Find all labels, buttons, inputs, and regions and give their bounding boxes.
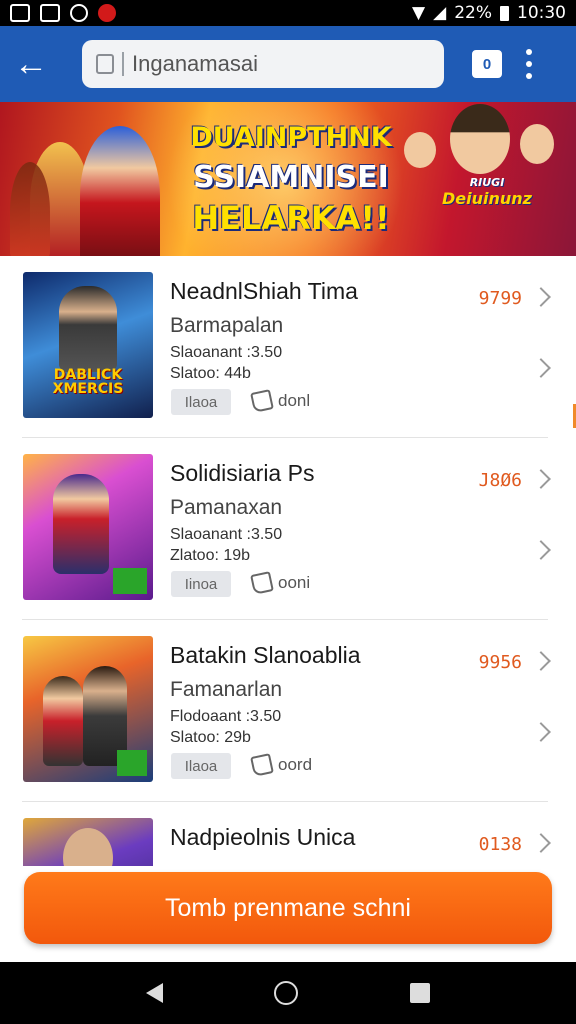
- battery-text: 22%: [454, 3, 492, 23]
- dot-icon: [526, 49, 532, 55]
- hero-figure-center: [80, 126, 160, 256]
- search-value: Inganamasai: [132, 51, 258, 76]
- chevron-right-icon[interactable]: [531, 651, 551, 671]
- item-tag[interactable]: Iinoa: [171, 571, 231, 597]
- hero-figure-right: [450, 104, 510, 174]
- signal-icon: ◢: [433, 3, 447, 23]
- item-subtitle: Pamanaxan: [170, 496, 283, 519]
- arrow-left-icon: ←: [14, 44, 48, 83]
- item-title: Nadpieolnis Unica: [170, 824, 356, 850]
- wifi-icon: ▼: [412, 3, 426, 23]
- more-options-button[interactable]: [524, 49, 534, 79]
- thumbnail-logo: [113, 568, 147, 594]
- search-input[interactable]: Inganamasai: [82, 40, 444, 88]
- item-meta: Zlatoo: 19b: [170, 547, 251, 564]
- back-button[interactable]: ←: [0, 26, 62, 102]
- thumbs-up-icon: [250, 753, 274, 777]
- chevron-right-icon[interactable]: [531, 833, 551, 853]
- chevron-right-icon[interactable]: [531, 358, 551, 378]
- item-subtitle: Famanarlan: [170, 678, 283, 701]
- banner-title-line1: DUAINPTHNK: [190, 122, 392, 153]
- like-label: donl: [278, 391, 311, 410]
- like-button[interactable]: oord: [250, 753, 313, 777]
- hero-figure-back: [10, 162, 50, 256]
- thumbs-up-icon: [250, 571, 274, 595]
- item-meta: Slaoanant :3.50: [170, 526, 283, 543]
- item-meta: Slatoo: 44b: [170, 365, 251, 382]
- nav-home-icon[interactable]: [274, 981, 299, 1005]
- game-thumbnail: [23, 454, 153, 600]
- game-thumbnail: [23, 636, 153, 782]
- item-price: J8Ø6: [478, 470, 522, 491]
- list-item[interactable]: Solidisiaria Ps Pamanaxan Slaoanant :3.5…: [0, 438, 576, 620]
- hero-figure-small-left: [404, 132, 436, 168]
- nav-back-icon[interactable]: [145, 983, 163, 1003]
- status-bar: ▼ ◢ 22% 10:30: [0, 0, 576, 26]
- like-label: oord: [278, 755, 313, 774]
- thumbnail-logo: [117, 750, 147, 776]
- item-meta: Flodoaant :3.50: [170, 708, 282, 725]
- hero-figure-small-right: [520, 124, 554, 164]
- item-meta: Slaoanant :3.50: [170, 344, 283, 361]
- item-price: 0138: [478, 834, 522, 855]
- item-price: 9956: [478, 652, 522, 673]
- chevron-right-icon[interactable]: [531, 287, 551, 307]
- item-title: NeadnlShiah Tima: [170, 278, 358, 304]
- list-item[interactable]: DABLICK XMERCIS NeadnlShiah Tima Barmapa…: [0, 256, 576, 438]
- like-button[interactable]: donl: [250, 389, 311, 413]
- thumbnail-label: DABLICK XMERCIS: [52, 367, 124, 397]
- image-icon: [40, 4, 60, 22]
- like-label: ooni: [278, 573, 311, 592]
- banner-badge: RIUGI Deiuinunz: [428, 176, 546, 208]
- thumbnail-figure: [59, 286, 117, 372]
- chevron-right-icon[interactable]: [531, 722, 551, 742]
- chevron-right-icon[interactable]: [531, 469, 551, 489]
- thumbnail-figure: [43, 676, 83, 766]
- app-bar: ← Inganamasai 0: [0, 26, 576, 102]
- banner-title: DUAINPTHNK SSIAMNISEI HELARKA!!: [186, 118, 396, 238]
- item-price: 9799: [478, 288, 522, 309]
- item-meta: Slatoo: 29b: [170, 729, 251, 746]
- clock: 10:30: [517, 3, 566, 23]
- tabs-count: 0: [482, 55, 492, 73]
- banner-badge-small: RIUGI: [469, 176, 505, 189]
- notification-icon: [10, 4, 30, 22]
- thumbs-up-icon: [250, 389, 274, 413]
- list-item[interactable]: Batakin Slanoablia Famanarlan Flodoaant …: [0, 620, 576, 802]
- promo-banner[interactable]: DUAINPTHNK SSIAMNISEI HELARKA!! RIUGI De…: [0, 102, 576, 256]
- battery-icon: [500, 5, 509, 21]
- cursor-divider: [122, 52, 124, 76]
- youtube-icon: [98, 4, 116, 22]
- dot-icon: [526, 73, 532, 79]
- link-icon: [70, 4, 88, 22]
- banner-title-line3: HELARKA!!: [192, 199, 390, 237]
- nav-recents-icon[interactable]: [410, 983, 431, 1003]
- banner-title-line2: SSIAMNISEI: [193, 160, 389, 195]
- item-title: Batakin Slanoablia: [170, 642, 361, 668]
- item-subtitle: Barmapalan: [170, 314, 284, 337]
- tabs-button[interactable]: 0: [472, 50, 502, 78]
- system-nav-bar: [0, 962, 576, 1024]
- cta-container: Tomb prenmane schni: [0, 866, 576, 962]
- dot-icon: [526, 61, 532, 67]
- thumbnail-figure: [53, 474, 109, 574]
- chevron-right-icon[interactable]: [531, 540, 551, 560]
- primary-cta-button[interactable]: Tomb prenmane schni: [24, 872, 552, 944]
- like-button[interactable]: ooni: [250, 571, 311, 595]
- banner-badge-main: Deiuinunz: [442, 189, 532, 208]
- item-title: Solidisiaria Ps: [170, 460, 315, 486]
- game-thumbnail: DABLICK XMERCIS: [23, 272, 153, 418]
- item-tag[interactable]: Ilaoa: [171, 389, 231, 415]
- lock-icon: [96, 54, 114, 74]
- item-tag[interactable]: Ilaoa: [171, 753, 231, 779]
